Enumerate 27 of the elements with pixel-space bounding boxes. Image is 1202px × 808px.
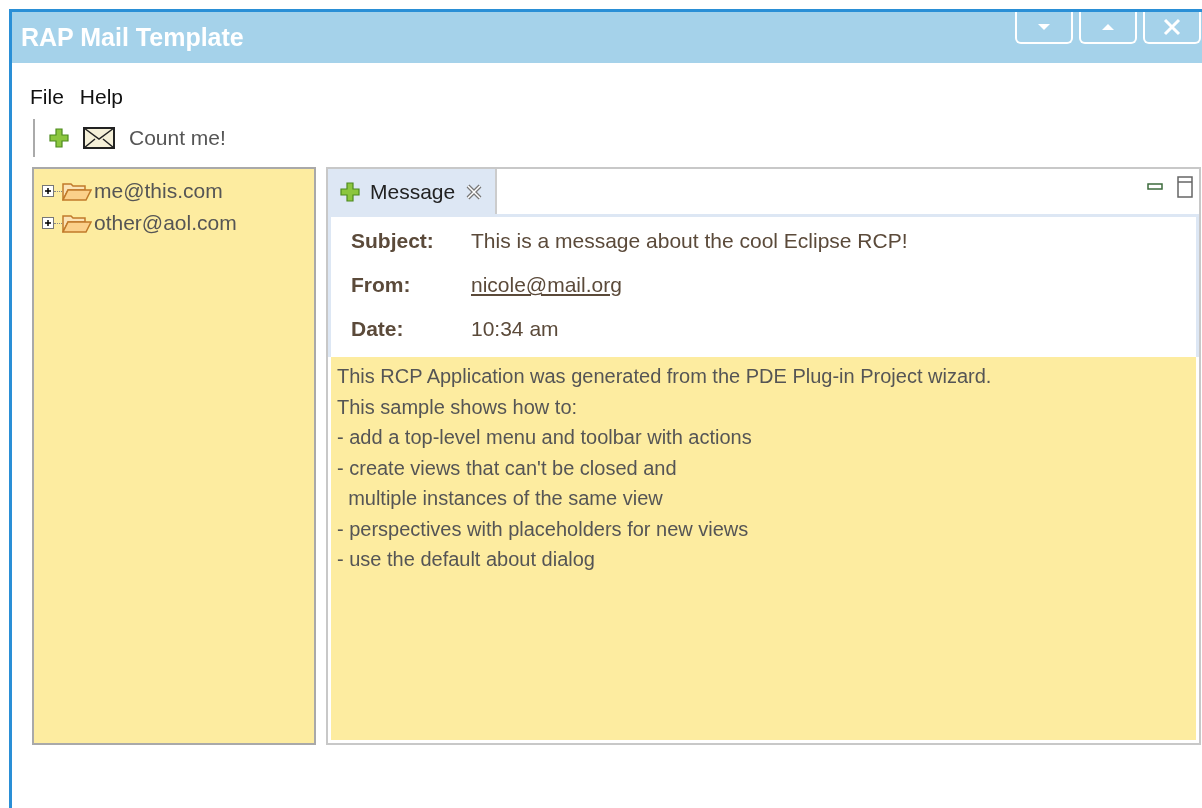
minimize-view-icon[interactable] bbox=[1147, 182, 1163, 191]
account-label[interactable]: other@aol.com bbox=[94, 211, 237, 235]
expand-icon[interactable] bbox=[42, 217, 54, 229]
field-label: From: bbox=[351, 273, 412, 297]
minimize-icon bbox=[1037, 23, 1051, 31]
expand-icon[interactable] bbox=[42, 185, 54, 197]
close-icon bbox=[1163, 18, 1181, 36]
menu-item[interactable]: Help bbox=[79, 85, 124, 109]
count-me-button[interactable]: Count me! bbox=[129, 126, 226, 150]
add-icon bbox=[49, 128, 69, 148]
sender-link[interactable]: nicole@mail.org bbox=[471, 273, 622, 297]
folder-icon bbox=[62, 213, 92, 233]
add-icon bbox=[340, 181, 360, 202]
field-label: Subject: bbox=[351, 229, 435, 253]
close-tab-icon[interactable] bbox=[465, 182, 484, 201]
message-body: This RCP Application was generated from the PDE Plug-in Project wizard. This sample shows how to: - add a top-level menu and toolbar with actions - create views that can't be closed and multiple instances of the same view - perspectives with placeholders for new views - use the default about dialog bbox=[331, 357, 1196, 740]
message-tab[interactable]: Message bbox=[328, 169, 498, 214]
field-value: This is a message about the cool Eclipse RCP! bbox=[471, 229, 909, 253]
maximize-view-icon[interactable] bbox=[1177, 175, 1193, 198]
maximize-icon bbox=[1101, 23, 1115, 31]
field-label: Date: bbox=[351, 317, 405, 341]
menu-item[interactable]: File bbox=[30, 85, 64, 109]
account-label[interactable]: me@this.com bbox=[94, 179, 223, 203]
window-title: RAP Mail Template bbox=[21, 23, 244, 52]
field-value: 10:34 am bbox=[471, 317, 560, 341]
envelope-icon[interactable] bbox=[83, 127, 115, 149]
folder-icon bbox=[62, 181, 92, 201]
